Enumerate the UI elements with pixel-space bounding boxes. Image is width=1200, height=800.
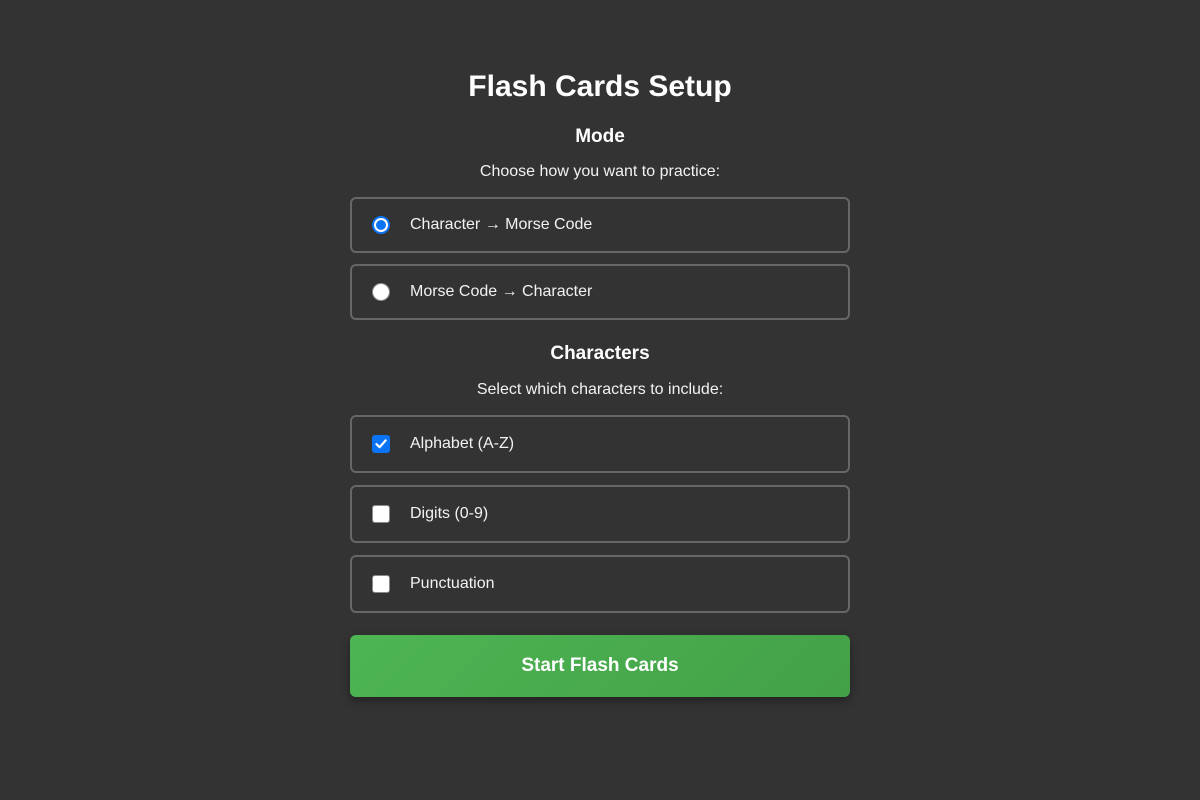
checkmark-icon: [375, 439, 387, 449]
characters-option-digits[interactable]: Digits (0-9): [350, 485, 850, 543]
characters-option-label: Digits (0-9): [410, 505, 489, 522]
characters-heading: Characters: [550, 343, 650, 364]
mode-option-label: Morse Code → Character: [410, 283, 593, 300]
radio-unselected-icon[interactable]: [372, 283, 390, 301]
checkbox-unchecked-icon[interactable]: [372, 575, 390, 593]
characters-option-alphabet[interactable]: Alphabet (A-Z): [350, 415, 850, 473]
radio-selected-icon[interactable]: [372, 216, 390, 234]
setup-page: Flash Cards Setup Mode Choose how you wa…: [0, 0, 1200, 800]
characters-option-punctuation[interactable]: Punctuation: [350, 555, 850, 613]
checkbox-unchecked-icon[interactable]: [372, 505, 390, 523]
characters-option-label: Alphabet (A-Z): [410, 435, 515, 452]
characters-description: Select which characters to include:: [476, 381, 724, 398]
mode-option-morse-to-char[interactable]: Morse Code → Character: [350, 264, 850, 320]
mode-heading: Mode: [575, 126, 625, 147]
mode-description: Choose how you want to practice:: [479, 163, 721, 180]
start-flash-cards-button[interactable]: Start Flash Cards: [350, 635, 850, 697]
checkbox-checked-icon[interactable]: [372, 435, 390, 453]
mode-option-char-to-morse[interactable]: Character → Morse Code: [350, 197, 850, 253]
characters-option-label: Punctuation: [410, 575, 495, 592]
page-title: Flash Cards Setup: [468, 70, 732, 103]
mode-option-label: Character → Morse Code: [410, 216, 593, 233]
